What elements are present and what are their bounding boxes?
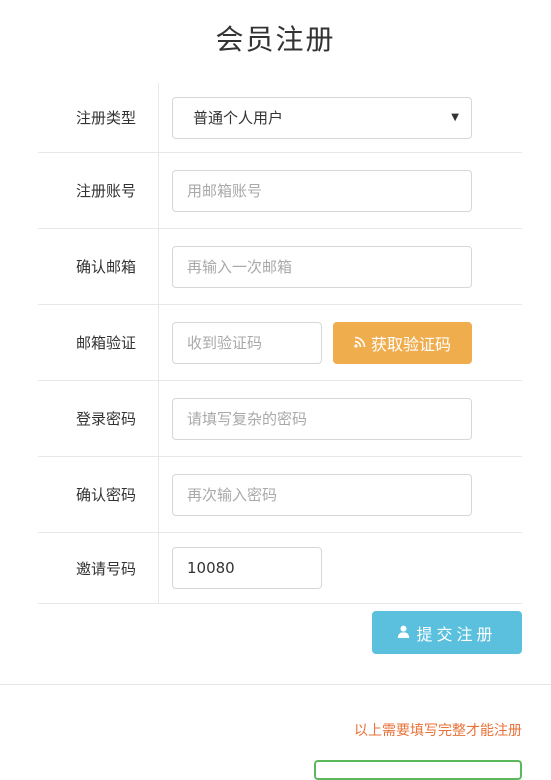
account-label: 注册账号 [38, 153, 159, 228]
email-verify-label: 邮箱验证 [38, 305, 159, 380]
row-register-type: 注册类型 普通个人用户 ▼ [38, 83, 522, 153]
row-confirm-email: 确认邮箱 [38, 229, 522, 305]
form-notice: 以上需要填写完整才能注册 [354, 723, 522, 739]
confirm-email-input[interactable] [172, 245, 472, 288]
row-email-verify: 邮箱验证 获取验证码 [38, 305, 522, 381]
row-password: 登录密码 [38, 381, 522, 457]
register-type-select[interactable]: 普通个人用户 ▼ [172, 96, 472, 139]
submit-register-button[interactable]: 提交注册 [372, 611, 522, 654]
chevron-down-icon: ▼ [451, 112, 459, 123]
divider [0, 684, 551, 685]
green-button-partial[interactable] [314, 760, 522, 780]
invite-code-input[interactable] [172, 547, 322, 589]
confirm-email-label: 确认邮箱 [38, 229, 159, 304]
register-type-value: 普通个人用户 [193, 109, 284, 127]
invite-code-label: 邀请号码 [38, 533, 159, 603]
account-input[interactable] [172, 169, 472, 212]
password-input[interactable] [172, 397, 472, 440]
get-code-label: 获取验证码 [370, 334, 451, 354]
register-type-label: 注册类型 [38, 83, 159, 152]
get-code-button[interactable]: 获取验证码 [333, 321, 472, 364]
rss-icon [354, 333, 366, 352]
row-confirm-password: 确认密码 [38, 457, 522, 533]
password-label: 登录密码 [38, 381, 159, 456]
submit-label: 提交注册 [416, 624, 497, 644]
row-account: 注册账号 [38, 153, 522, 229]
registration-form: 注册类型 普通个人用户 ▼ 注册账号 确认邮箱 邮箱验证 [38, 83, 522, 604]
row-invite-code: 邀请号码 [38, 533, 522, 604]
page-title: 会员注册 [215, 23, 336, 56]
verify-code-input[interactable] [172, 321, 322, 364]
confirm-password-label: 确认密码 [38, 457, 159, 532]
confirm-password-input[interactable] [172, 473, 472, 516]
user-icon [397, 623, 410, 642]
